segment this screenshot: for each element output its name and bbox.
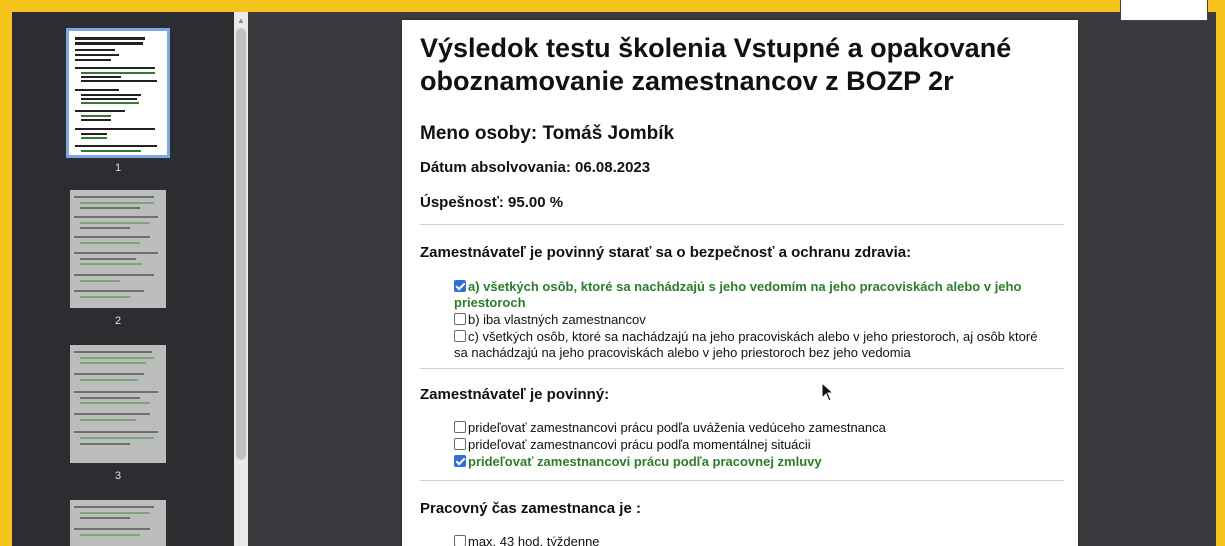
thumbnail-sidebar: 1 2 3 bbox=[12, 12, 236, 546]
answer-option: max. 43 hod. týždenne bbox=[454, 534, 1050, 546]
answer-option: prideľovať zamestnancovi prácu podľa mom… bbox=[454, 437, 1050, 453]
page-thumbnail-1[interactable] bbox=[66, 28, 170, 158]
checkbox-empty-icon bbox=[454, 313, 466, 325]
corner-panel bbox=[1120, 0, 1208, 21]
answer-text: prideľovať zamestnancovi prácu podľa pra… bbox=[468, 454, 822, 469]
thumbnail-label-3: 3 bbox=[114, 470, 122, 482]
answer-text: prideľovať zamestnancovi prácu podľa mom… bbox=[468, 437, 811, 452]
person-name: Meno osoby: Tomáš Jombík bbox=[420, 123, 675, 144]
checkbox-empty-icon bbox=[454, 330, 466, 342]
success-rate: Úspešnosť: 95.00 % bbox=[420, 194, 564, 211]
divider bbox=[420, 368, 1064, 369]
checkbox-empty-icon bbox=[454, 438, 466, 450]
answer-option: prideľovať zamestnancovi prácu podľa uvá… bbox=[454, 420, 1050, 436]
screen-frame: 1 2 3 ▲ Výsledok testu školenia Vstupné … bbox=[0, 0, 1225, 546]
answer-option: prideľovať zamestnancovi prácu podľa pra… bbox=[454, 454, 1050, 470]
answer-text: a) všetkých osôb, ktoré sa nachádzajú s … bbox=[454, 279, 1022, 310]
question-2: Zamestnávateľ je povinný: bbox=[420, 386, 610, 403]
question-3-options: max. 43 hod. týždenne bbox=[454, 534, 1050, 546]
question-2-options: prideľovať zamestnancovi prácu podľa uvá… bbox=[454, 420, 1050, 471]
answer-option: a) všetkých osôb, ktoré sa nachádzajú s … bbox=[454, 279, 1050, 311]
scrollbar-thumb[interactable] bbox=[236, 28, 246, 460]
checkbox-empty-icon bbox=[454, 535, 466, 546]
divider bbox=[420, 480, 1064, 481]
page-thumbnail-4[interactable] bbox=[70, 500, 166, 546]
checkbox-checked-icon bbox=[454, 455, 466, 467]
checkbox-empty-icon bbox=[454, 421, 466, 433]
completion-date: Dátum absolvovania: 06.08.2023 bbox=[420, 159, 651, 176]
question-1: Zamestnávateľ je povinný starať sa o bez… bbox=[420, 244, 912, 261]
divider bbox=[420, 224, 1064, 225]
thumbnail-label-1: 1 bbox=[114, 162, 122, 174]
thumbnail-label-2: 2 bbox=[114, 315, 122, 327]
answer-option: c) všetkých osôb, ktoré sa nachádzajú na… bbox=[454, 329, 1050, 361]
page-thumbnail-2[interactable] bbox=[70, 190, 166, 308]
answer-text: max. 43 hod. týždenne bbox=[468, 534, 600, 546]
document-title: Výsledok testu školenia Vstupné a opakov… bbox=[420, 33, 1012, 96]
question-3: Pracovný čas zamestnanca je : bbox=[420, 500, 641, 517]
page-thumbnail-3[interactable] bbox=[70, 345, 166, 463]
scroll-up-arrow-icon[interactable]: ▲ bbox=[234, 16, 248, 26]
sidebar-scrollbar[interactable]: ▲ bbox=[234, 12, 248, 546]
answer-option: b) iba vlastných zamestnancov bbox=[454, 312, 1050, 328]
checkbox-checked-icon bbox=[454, 280, 466, 292]
answer-text: b) iba vlastných zamestnancov bbox=[468, 312, 646, 327]
answer-text: c) všetkých osôb, ktoré sa nachádzajú na… bbox=[454, 329, 1038, 360]
question-1-options: a) všetkých osôb, ktoré sa nachádzajú s … bbox=[454, 279, 1050, 362]
mouse-pointer-icon bbox=[821, 382, 835, 402]
document-page: Výsledok testu školenia Vstupné a opakov… bbox=[402, 20, 1078, 546]
answer-text: prideľovať zamestnancovi prácu podľa uvá… bbox=[468, 420, 886, 435]
pdf-viewer: 1 2 3 ▲ Výsledok testu školenia Vstupné … bbox=[12, 12, 1216, 546]
